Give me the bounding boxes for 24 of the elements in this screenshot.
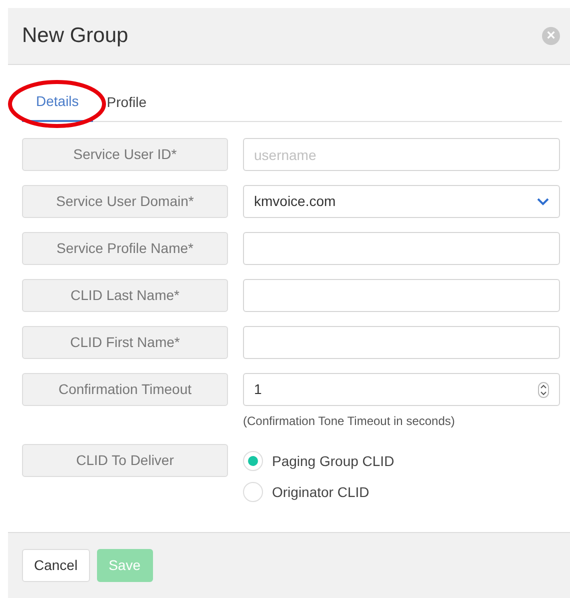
tab[interactable]: Profile [92,85,160,121]
field-label: Service User Domain* [22,185,228,218]
spinner-icon[interactable] [538,382,549,398]
text-field[interactable]: username [243,138,560,171]
dialog-title: New Group [22,23,128,50]
field-label: Service Profile Name* [22,232,228,265]
field-label: Service User ID* [22,138,228,171]
field-label: Confirmation Timeout [22,373,228,406]
cancel-button[interactable]: Cancel [22,549,90,582]
field-label: CLID Last Name* [22,279,228,312]
radio-label: Paging Group CLID [272,452,394,471]
field-label: CLID First Name* [22,326,228,359]
radio-button[interactable] [243,482,263,502]
tab[interactable]: Details [22,85,93,122]
radio-label: Originator CLID [272,482,370,502]
text-field[interactable] [243,326,560,359]
number-field[interactable]: 1 [243,373,560,406]
radio-button[interactable] [243,451,263,471]
help-text: (Confirmation Tone Timeout in seconds) [243,413,456,430]
select-field[interactable]: kmvoice.com [243,185,560,218]
text-field[interactable] [243,232,560,265]
chevron-down-icon [537,198,549,206]
text-field[interactable] [243,279,560,312]
field-label: CLID To Deliver [22,444,228,477]
